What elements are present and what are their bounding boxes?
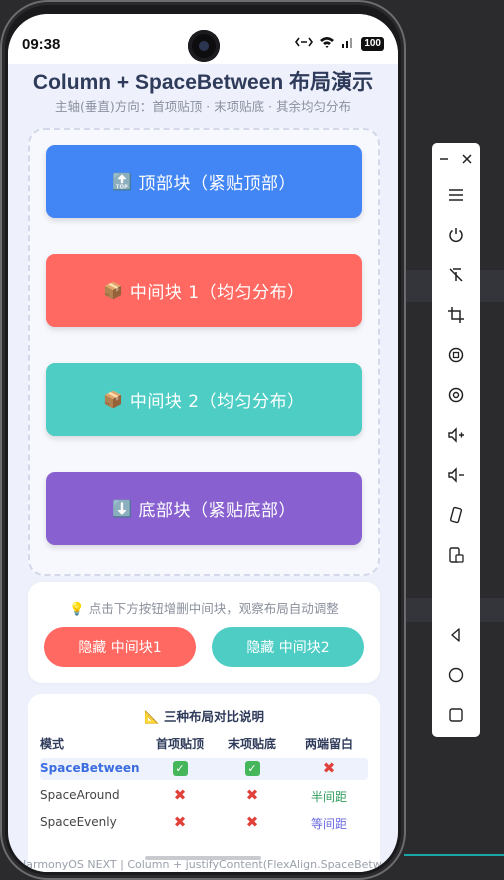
header-top: 首项贴顶	[155, 737, 204, 751]
front-camera	[188, 30, 220, 62]
middle-block-2-label: 中间块 2（均匀分布）	[129, 392, 305, 412]
header-gap: 两端留白	[304, 737, 353, 751]
controls-card: 💡 点击下方按钮增删中间块，观察布局自动调整 隐藏 中间块1 隐藏 中间块2	[28, 582, 380, 683]
triangle-ruler-icon: 📐	[144, 709, 160, 724]
table-row: SpaceEvenly ✖ ✖ 等间距	[40, 812, 368, 834]
mode-cell: SpaceBetween	[40, 761, 140, 775]
close-icon[interactable]	[456, 145, 478, 173]
home-icon[interactable]	[432, 661, 480, 689]
phone-frame: 09:38 100 Column + SpaceBetween 布局演示 主轴(…	[0, 0, 406, 880]
screenshot-icon[interactable]	[432, 541, 480, 569]
cross-icon: ✖	[173, 786, 187, 804]
battery-indicator: 100	[361, 36, 384, 51]
no-touch-icon[interactable]	[432, 261, 480, 289]
minimize-icon[interactable]	[433, 145, 455, 173]
cross-icon: ✖	[245, 813, 259, 831]
page-title: Column + SpaceBetween 布局演示	[32, 71, 374, 94]
top-icon: 🔝	[112, 172, 133, 191]
shake-icon[interactable]	[432, 501, 480, 529]
package-icon: 📦	[103, 281, 124, 300]
lightbulb-icon: 💡	[69, 601, 85, 616]
top-block-label: 顶部块（紧贴顶部）	[138, 174, 296, 194]
volume-up-icon[interactable]	[432, 421, 480, 449]
bottom-block-label: 底部块（紧贴底部）	[138, 501, 296, 521]
power-icon[interactable]	[432, 221, 480, 249]
middle-block-1-label: 中间块 1（均匀分布）	[129, 283, 305, 303]
home-indicator[interactable]	[145, 856, 261, 860]
down-arrow-icon: ⬇️	[112, 499, 133, 518]
package-icon: 📦	[103, 390, 124, 409]
header-bottom: 末项贴底	[227, 737, 276, 751]
layout-demo-container: 🔝 顶部块（紧贴顶部） 📦 中间块 1（均匀分布） 📦 中间块 2（均匀分布） …	[28, 128, 380, 576]
status-time: 09:38	[22, 36, 61, 53]
crop-icon[interactable]	[432, 301, 480, 329]
table-header-row: 模式 首项贴顶 末项贴底 两端留白	[40, 732, 368, 754]
cross-icon: ✖	[322, 759, 336, 777]
middle-block-1: 📦 中间块 1（均匀分布）	[46, 254, 362, 327]
table-row: SpaceBetween ✓ ✓ ✖	[40, 758, 368, 780]
volume-down-icon[interactable]	[432, 461, 480, 489]
table-row: SpaceAround ✖ ✖ 半间距	[40, 785, 368, 807]
cross-icon: ✖	[173, 813, 187, 831]
mode-cell: SpaceAround	[40, 788, 120, 802]
desktop-accent-line	[404, 854, 504, 856]
controls-hint-text: 点击下方按钮增删中间块，观察布局自动调整	[88, 601, 339, 616]
check-icon: ✓	[218, 761, 286, 776]
recents-icon[interactable]	[432, 701, 480, 729]
hide-middle-block-2-button[interactable]: 隐藏 中间块2	[212, 627, 364, 667]
header-mode: 模式	[40, 737, 65, 751]
status-bar: 09:38 100	[8, 14, 398, 64]
controls-hint: 💡 点击下方按钮增删中间块，观察布局自动调整	[28, 598, 380, 617]
comparison-card: 📐 三种布局对比说明 模式 首项贴顶 末项贴底 两端留白 SpaceBetwee…	[28, 694, 380, 872]
hide-middle-block-1-button[interactable]: 隐藏 中间块1	[44, 627, 196, 667]
emulator-toolbar	[432, 143, 480, 737]
signal-icon	[341, 36, 355, 51]
page-subtitle: 主轴(垂直)方向：首项贴顶 · 末项贴底 · 其余均匀分布	[54, 99, 352, 114]
back-icon[interactable]	[432, 621, 480, 649]
comparison-title-text: 三种布局对比说明	[163, 709, 264, 724]
phone-screen: 09:38 100 Column + SpaceBetween 布局演示 主轴(…	[8, 14, 398, 872]
mode-cell: SpaceEvenly	[40, 815, 117, 829]
cross-icon: ✖	[245, 786, 259, 804]
screen-record-icon[interactable]	[432, 381, 480, 409]
top-block: 🔝 顶部块（紧贴顶部）	[46, 145, 362, 218]
wifi-icon	[319, 36, 335, 51]
comparison-title: 📐 三种布局对比说明	[28, 706, 380, 725]
menu-icon[interactable]	[432, 181, 480, 209]
middle-block-2: 📦 中间块 2（均匀分布）	[46, 363, 362, 436]
gap-cell: 等间距	[310, 817, 347, 831]
nfc-icon	[295, 36, 314, 51]
bottom-block: ⬇️ 底部块（紧贴底部）	[46, 472, 362, 545]
status-icons: 100	[295, 36, 384, 51]
rotate-icon[interactable]	[432, 341, 480, 369]
check-icon: ✓	[146, 761, 214, 776]
gap-cell: 半间距	[310, 790, 347, 804]
